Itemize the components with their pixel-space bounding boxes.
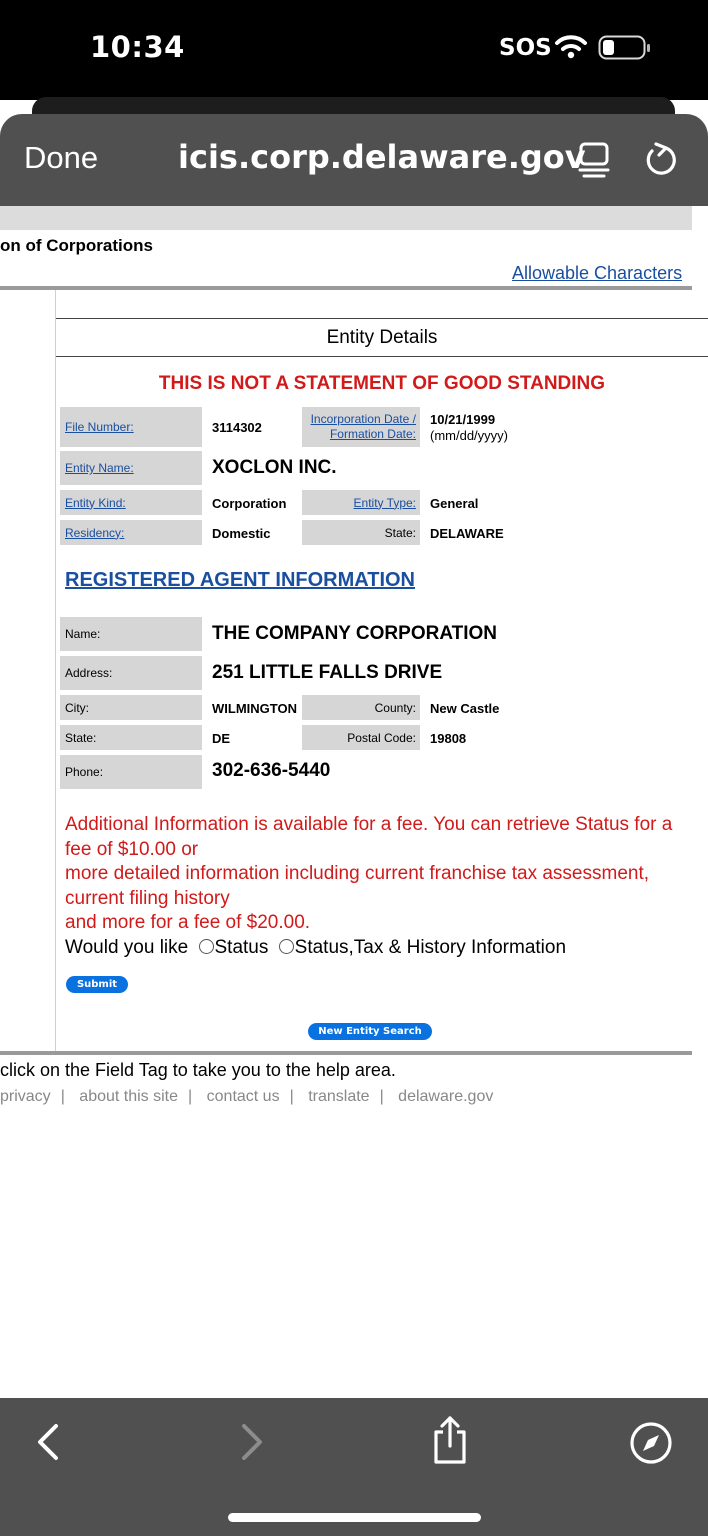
residency-tag[interactable]: Residency: bbox=[60, 520, 202, 545]
entity-kind-tag[interactable]: Entity Kind: bbox=[60, 490, 202, 515]
reader-mode-icon[interactable] bbox=[578, 142, 610, 178]
divider bbox=[0, 1051, 692, 1055]
date-format-hint: (mm/dd/yyyy) bbox=[430, 428, 508, 443]
full-info-radio[interactable] bbox=[278, 939, 294, 954]
back-icon[interactable] bbox=[34, 1422, 62, 1462]
agent-county-label: County: bbox=[374, 700, 416, 715]
formation-date-label[interactable]: Formation Date: bbox=[330, 427, 416, 441]
reload-icon[interactable] bbox=[644, 140, 678, 178]
agent-county-tag: County: bbox=[302, 695, 420, 720]
footer-link-privacy[interactable]: privacy bbox=[0, 1088, 51, 1105]
agent-address-tag: Address: bbox=[60, 656, 202, 690]
agent-postal-tag: Postal Code: bbox=[302, 725, 420, 750]
agent-state-tag: State: bbox=[60, 725, 202, 750]
status-radio[interactable] bbox=[198, 939, 214, 954]
allowable-characters-link[interactable]: Allowable Characters bbox=[512, 263, 682, 284]
entity-details-header: Entity Details bbox=[326, 327, 438, 348]
registered-agent-heading[interactable]: REGISTERED AGENT INFORMATION bbox=[65, 569, 415, 592]
residency-value: Domestic bbox=[212, 526, 271, 541]
full-info-option-label[interactable]: Status,Tax & History Information bbox=[295, 937, 566, 958]
agent-phone-tag: Phone: bbox=[60, 755, 202, 789]
division-title: on of Corporations bbox=[0, 236, 153, 255]
entity-name-label[interactable]: Entity Name: bbox=[65, 461, 134, 475]
agent-city-tag: City: bbox=[60, 695, 202, 720]
residency-label[interactable]: Residency: bbox=[65, 526, 124, 540]
incorporation-date-value: 10/21/1999 bbox=[430, 412, 496, 427]
agent-state-value: DE bbox=[212, 731, 231, 746]
footer-link-translate[interactable]: translate bbox=[308, 1088, 369, 1105]
file-number-tag[interactable]: File Number: bbox=[60, 407, 202, 447]
forward-icon[interactable] bbox=[238, 1422, 266, 1462]
battery-icon bbox=[598, 35, 650, 60]
option-question: Would you like Status Status,Tax & Histo… bbox=[65, 937, 566, 959]
agent-county-value: New Castle bbox=[430, 701, 500, 716]
sos-indicator: SOS bbox=[499, 35, 552, 61]
additional-info-line: more detailed information including curr… bbox=[65, 863, 650, 909]
entity-kind-value: Corporation bbox=[212, 496, 287, 511]
footer-link-about[interactable]: about this site bbox=[79, 1088, 178, 1105]
wifi-icon bbox=[555, 35, 587, 59]
entity-type-label[interactable]: Entity Type: bbox=[354, 496, 416, 510]
divider bbox=[56, 356, 708, 357]
additional-info-line: and more for a fee of $20.00. bbox=[65, 912, 311, 933]
agent-name-label: Name: bbox=[65, 627, 101, 641]
entity-type-tag[interactable]: Entity Type: bbox=[302, 490, 420, 515]
agent-city-value: WILMINGTON bbox=[212, 701, 297, 716]
option-question-label: Would you like bbox=[65, 937, 189, 958]
agent-name-value: THE COMPANY CORPORATION bbox=[212, 623, 498, 644]
submit-button[interactable]: Submit bbox=[66, 976, 128, 993]
agent-address-value: 251 LITTLE FALLS DRIVE bbox=[212, 662, 443, 683]
done-button[interactable]: Done bbox=[24, 140, 98, 176]
status-option-label[interactable]: Status bbox=[215, 937, 269, 958]
entity-state-value: DELAWARE bbox=[430, 526, 504, 541]
help-note: click on the Field Tag to take you to th… bbox=[0, 1060, 396, 1080]
compass-icon[interactable] bbox=[628, 1420, 674, 1466]
agent-postal-value: 19808 bbox=[430, 731, 467, 746]
footer-links: privacy | about this site | contact us | tr… bbox=[0, 1088, 493, 1106]
page-header-bar bbox=[0, 206, 692, 230]
separator: | bbox=[60, 1088, 65, 1105]
file-number-label[interactable]: File Number: bbox=[65, 420, 134, 434]
agent-city-label: City: bbox=[65, 700, 89, 715]
new-entity-search-button[interactable]: New Entity Search bbox=[308, 1023, 432, 1040]
separator: | bbox=[379, 1088, 384, 1105]
entity-type-value: General bbox=[430, 496, 479, 511]
entity-kind-label[interactable]: Entity Kind: bbox=[65, 496, 126, 510]
separator: | bbox=[188, 1088, 193, 1105]
footer-link-contact[interactable]: contact us bbox=[207, 1088, 280, 1105]
divider bbox=[0, 286, 692, 290]
agent-address-label: Address: bbox=[65, 666, 113, 680]
incorporation-date-label[interactable]: Incorporation Date / bbox=[311, 412, 416, 426]
agent-phone-label: Phone: bbox=[65, 765, 104, 779]
divider bbox=[56, 318, 708, 319]
divider bbox=[55, 290, 56, 1052]
url-display[interactable]: icis.corp.delaware.gov bbox=[178, 138, 586, 176]
entity-state-tag: State: bbox=[302, 520, 420, 545]
footer-link-delaware[interactable]: delaware.gov bbox=[398, 1088, 493, 1105]
entity-name-tag[interactable]: Entity Name: bbox=[60, 451, 202, 485]
agent-state-label: State: bbox=[65, 730, 97, 745]
agent-postal-label: Postal Code: bbox=[347, 730, 416, 745]
additional-info-text: Additional Information is available for … bbox=[65, 813, 695, 936]
agent-name-tag: Name: bbox=[60, 617, 202, 651]
home-indicator bbox=[228, 1513, 481, 1522]
entity-name-value: XOCLON INC. bbox=[212, 457, 337, 478]
good-standing-warning: THIS IS NOT A STATEMENT OF GOOD STANDING bbox=[158, 373, 606, 394]
incorporation-date-tag[interactable]: Incorporation Date / Formation Date: bbox=[302, 407, 420, 447]
share-icon[interactable] bbox=[430, 1414, 470, 1466]
file-number-value: 3114302 bbox=[212, 420, 262, 435]
agent-phone-value: 302-636-5440 bbox=[212, 760, 331, 781]
status-time: 10:34 bbox=[90, 30, 185, 64]
additional-info-line: Additional Information is available for … bbox=[65, 814, 673, 860]
separator: | bbox=[289, 1088, 294, 1105]
entity-state-label: State: bbox=[384, 525, 416, 540]
